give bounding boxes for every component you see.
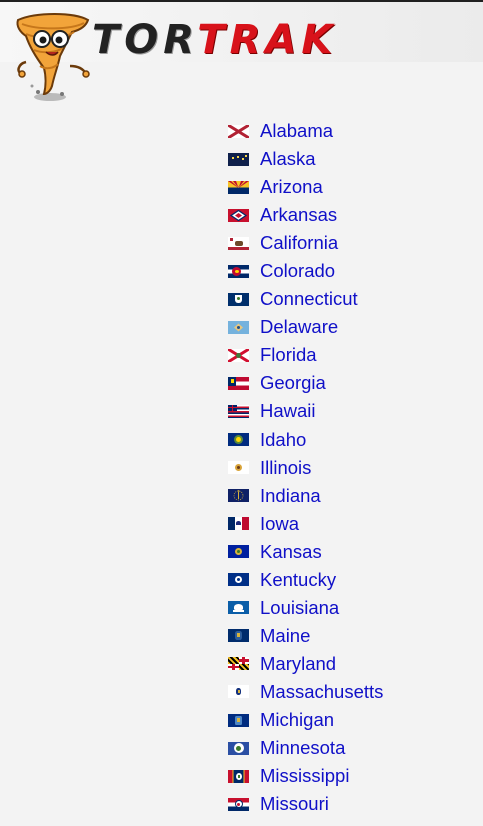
arkansas-flag-icon [228, 208, 249, 222]
state-link-idaho[interactable]: Idaho [260, 426, 306, 454]
state-item: Louisiana [228, 594, 383, 622]
massachusetts-flag-icon [228, 685, 249, 699]
state-item: Kentucky [228, 566, 383, 594]
state-link-hawaii[interactable]: Hawaii [260, 397, 316, 425]
colorado-flag-icon [228, 264, 249, 278]
state-item: Illinois [228, 454, 383, 482]
state-link-kansas[interactable]: Kansas [260, 538, 322, 566]
florida-flag-icon [228, 348, 249, 362]
mississippi-flag-icon [228, 769, 249, 783]
connecticut-flag-icon [228, 292, 249, 306]
state-item: Hawaii [228, 397, 383, 425]
state-item: Kansas [228, 538, 383, 566]
kentucky-flag-icon [228, 573, 249, 587]
alabama-flag-icon [228, 124, 249, 138]
site-logo[interactable]: TORTRAK [8, 8, 388, 104]
state-item: Massachusetts [228, 678, 383, 706]
state-link-arkansas[interactable]: Arkansas [260, 201, 337, 229]
state-item: Connecticut [228, 285, 383, 313]
maine-flag-icon [228, 629, 249, 643]
louisiana-flag-icon [228, 601, 249, 615]
state-link-massachusetts[interactable]: Massachusetts [260, 678, 383, 706]
state-item: Mississippi [228, 762, 383, 790]
state-item: Maine [228, 622, 383, 650]
hawaii-flag-icon [228, 404, 249, 418]
minnesota-flag-icon [228, 741, 249, 755]
state-item: Maryland [228, 650, 383, 678]
missouri-flag-icon [228, 797, 249, 811]
state-item: Michigan [228, 706, 383, 734]
state-link-mississippi[interactable]: Mississippi [260, 762, 349, 790]
state-link-connecticut[interactable]: Connecticut [260, 285, 358, 313]
state-link-minnesota[interactable]: Minnesota [260, 734, 345, 762]
state-item: California [228, 229, 383, 257]
state-link-florida[interactable]: Florida [260, 341, 317, 369]
state-list: Alabama Alaska Arizona Arkansas Californ… [228, 117, 383, 818]
tornado-mascot-icon [16, 13, 90, 101]
maryland-flag-icon [228, 657, 249, 671]
michigan-flag-icon [228, 713, 249, 727]
illinois-flag-icon [228, 461, 249, 475]
state-item: Georgia [228, 369, 383, 397]
state-link-arizona[interactable]: Arizona [260, 173, 323, 201]
idaho-flag-icon [228, 433, 249, 447]
state-link-maine[interactable]: Maine [260, 622, 310, 650]
state-item: Arizona [228, 173, 383, 201]
logo-word-dark: TOR [92, 17, 198, 63]
state-link-indiana[interactable]: Indiana [260, 482, 321, 510]
state-link-california[interactable]: California [260, 229, 338, 257]
state-item: Missouri [228, 790, 383, 818]
state-link-alabama[interactable]: Alabama [260, 117, 333, 145]
iowa-flag-icon [228, 517, 249, 531]
state-link-missouri[interactable]: Missouri [260, 790, 329, 818]
state-item: Alaska [228, 145, 383, 173]
state-link-louisiana[interactable]: Louisiana [260, 594, 339, 622]
california-flag-icon [228, 236, 249, 250]
state-item: Minnesota [228, 734, 383, 762]
state-item: Iowa [228, 510, 383, 538]
state-item: Idaho [228, 426, 383, 454]
georgia-flag-icon [228, 376, 249, 390]
state-link-colorado[interactable]: Colorado [260, 257, 335, 285]
kansas-flag-icon [228, 545, 249, 559]
state-item: Arkansas [228, 201, 383, 229]
state-item: Alabama [228, 117, 383, 145]
state-link-georgia[interactable]: Georgia [260, 369, 326, 397]
state-item: Delaware [228, 313, 383, 341]
state-item: Colorado [228, 257, 383, 285]
state-link-michigan[interactable]: Michigan [260, 706, 334, 734]
state-link-delaware[interactable]: Delaware [260, 313, 338, 341]
logo-word-red: TRAK [197, 17, 338, 63]
state-link-illinois[interactable]: Illinois [260, 454, 311, 482]
state-link-alaska[interactable]: Alaska [260, 145, 316, 173]
state-link-kentucky[interactable]: Kentucky [260, 566, 336, 594]
state-item: Indiana [228, 482, 383, 510]
alaska-flag-icon [228, 152, 249, 166]
logo-wordmark: TORTRAK [92, 15, 337, 65]
state-link-iowa[interactable]: Iowa [260, 510, 299, 538]
indiana-flag-icon [228, 489, 249, 503]
delaware-flag-icon [228, 320, 249, 334]
state-link-maryland[interactable]: Maryland [260, 650, 336, 678]
arizona-flag-icon [228, 180, 249, 194]
state-item: Florida [228, 341, 383, 369]
